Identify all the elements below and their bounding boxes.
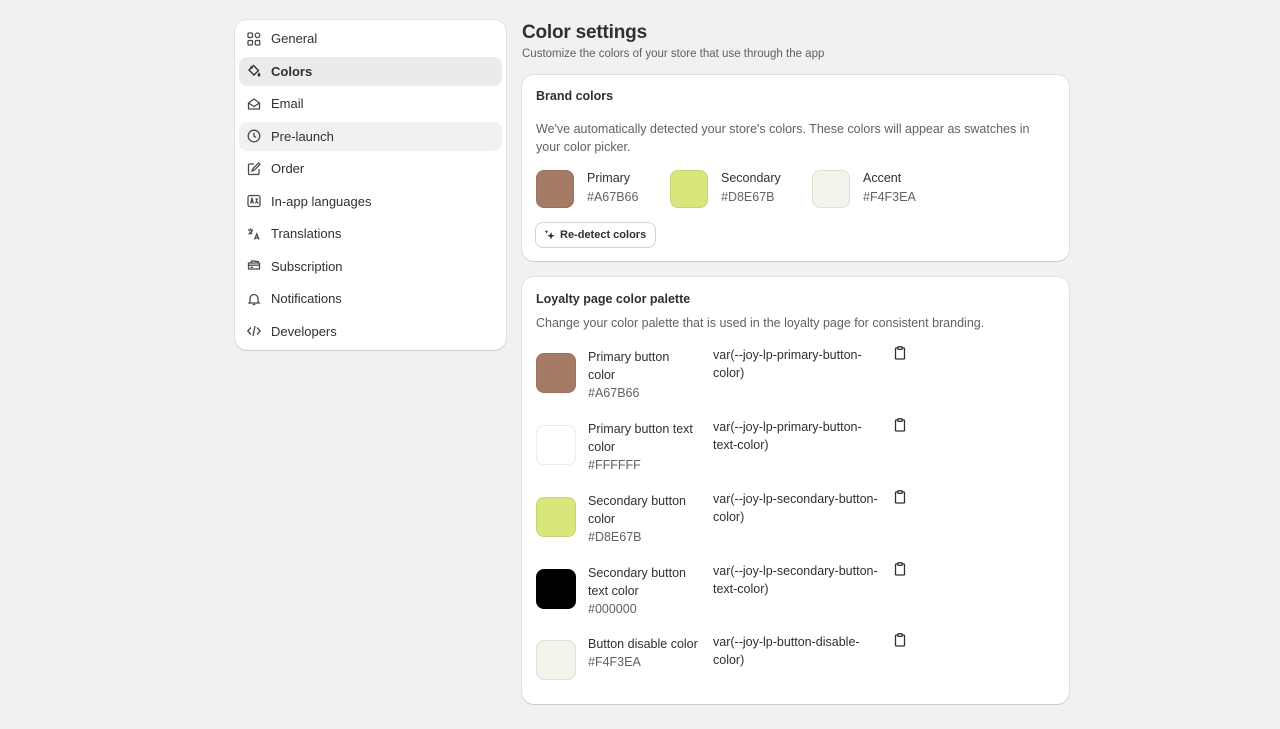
sidebar-item-translations[interactable]: Translations bbox=[239, 219, 502, 248]
brand-swatches: Primary #A67B66 Secondary #D8E67B Accent… bbox=[536, 169, 938, 208]
sidebar-item-label: Colors bbox=[271, 63, 313, 79]
sidebar-item-general[interactable]: General bbox=[239, 24, 502, 53]
page-subtitle: Customize the colors of your store that … bbox=[522, 48, 825, 60]
brand-colors-card: Brand colors We've automatically detecte… bbox=[522, 75, 1069, 261]
sidebar-item-label: Translations bbox=[271, 226, 342, 241]
palette-row-label-group: Primary button color #A67B66 bbox=[588, 348, 698, 403]
palette-row-label: Primary button text color bbox=[588, 422, 693, 454]
brand-color-hex: #A67B66 bbox=[587, 190, 639, 204]
sidebar-item-notifications[interactable]: Notifications bbox=[239, 284, 502, 313]
main-content: Color settings Customize the colors of y… bbox=[522, 20, 1069, 704]
email-icon bbox=[247, 97, 261, 111]
clock-icon bbox=[247, 129, 261, 143]
palette-row-label-group: Secondary button text color #000000 bbox=[588, 564, 698, 619]
clipboard-icon[interactable] bbox=[893, 346, 907, 360]
brand-color-primary: Primary #A67B66 bbox=[536, 169, 648, 208]
color-swatch[interactable] bbox=[536, 353, 576, 393]
palette-row-label-group: Primary button text color #FFFFFF bbox=[588, 420, 698, 475]
clipboard-icon[interactable] bbox=[893, 633, 907, 647]
sidebar-item-label: Subscription bbox=[271, 258, 343, 274]
clipboard-icon[interactable] bbox=[893, 490, 907, 504]
palette-row-label: Primary button color bbox=[588, 350, 670, 382]
palette-row: Secondary button color #D8E67B var(--joy… bbox=[536, 490, 1056, 552]
css-variable-name: var(--joy-lp-primary-button-text-color) bbox=[713, 420, 862, 452]
palette-row-hex: #FFFFFF bbox=[588, 458, 641, 472]
color-swatch[interactable] bbox=[536, 640, 576, 680]
palette-row-label: Secondary button text color bbox=[588, 566, 686, 598]
palette-row: Primary button text color #FFFFFF var(--… bbox=[536, 418, 1056, 480]
sidebar-item-label: Developers bbox=[271, 323, 337, 339]
sidebar-item-colors[interactable]: Colors bbox=[239, 56, 502, 86]
sidebar-item-in-app-languages[interactable]: In-app languages bbox=[239, 187, 502, 216]
loyalty-palette-description: Change your color palette that is used i… bbox=[536, 316, 985, 330]
css-variable-name: var(--joy-lp-secondary-button-text-color… bbox=[713, 564, 878, 596]
sidebar-item-pre-launch[interactable]: Pre-launch bbox=[239, 121, 502, 151]
brand-color-secondary: Secondary #D8E67B bbox=[670, 169, 790, 208]
translate-icon bbox=[247, 227, 261, 241]
credit-card-icon bbox=[247, 259, 261, 273]
palette-row-hex: #F4F3EA bbox=[588, 655, 641, 669]
sidebar-item-label: Order bbox=[271, 161, 305, 176]
loyalty-palette-card: Loyalty page color palette Change your c… bbox=[522, 277, 1069, 704]
brand-color-label: Secondary bbox=[721, 171, 781, 185]
brand-color-label: Primary bbox=[587, 171, 631, 185]
clipboard-icon[interactable] bbox=[893, 418, 907, 432]
sidebar-item-order[interactable]: Order bbox=[239, 154, 502, 183]
order-icon bbox=[247, 161, 261, 176]
sidebar-item-developers[interactable]: Developers bbox=[239, 317, 502, 346]
palette-row-hex: #A67B66 bbox=[588, 386, 640, 400]
language-icon bbox=[247, 194, 261, 208]
css-variable-name: var(--joy-lp-primary-button-color) bbox=[713, 348, 862, 380]
sidebar-item-label: Notifications bbox=[271, 291, 342, 306]
brand-colors-title: Brand colors bbox=[536, 89, 614, 103]
brand-color-label: Accent bbox=[863, 171, 902, 185]
palette-row-label: Secondary button color bbox=[588, 494, 686, 526]
color-swatch[interactable] bbox=[812, 170, 850, 208]
general-icon bbox=[247, 31, 261, 46]
css-variable-name: var(--joy-lp-button-disable-color) bbox=[713, 635, 860, 667]
brand-colors-description: We've automatically detected your store'… bbox=[536, 122, 1030, 154]
palette-row-hex: #D8E67B bbox=[588, 530, 642, 544]
sidebar-item-subscription[interactable]: Subscription bbox=[239, 252, 502, 281]
code-icon bbox=[247, 324, 261, 338]
palette-row: Primary button color #A67B66 var(--joy-l… bbox=[536, 346, 1056, 408]
css-variable-name: var(--joy-lp-secondary-button-color) bbox=[713, 492, 878, 524]
color-swatch[interactable] bbox=[536, 425, 576, 465]
re-detect-colors-button[interactable]: Re-detect colors bbox=[536, 223, 656, 247]
palette-row-label: Button disable color bbox=[588, 637, 698, 651]
color-swatch[interactable] bbox=[536, 569, 576, 609]
brand-color-hex: #D8E67B bbox=[721, 190, 775, 204]
sidebar-item-label: General bbox=[271, 31, 318, 46]
sidebar-item-label: Pre-launch bbox=[271, 128, 334, 144]
palette-row-label-group: Secondary button color #D8E67B bbox=[588, 492, 698, 547]
bell-icon bbox=[247, 292, 261, 306]
sidebar-item-label: Email bbox=[271, 96, 304, 111]
palette-row-hex: #000000 bbox=[588, 602, 637, 616]
palette-row: Secondary button text color #000000 var(… bbox=[536, 562, 1056, 624]
paint-bucket-icon bbox=[247, 64, 261, 78]
button-label: Re-detect colors bbox=[560, 229, 647, 241]
color-swatch[interactable] bbox=[536, 497, 576, 537]
color-swatch[interactable] bbox=[536, 170, 574, 208]
brand-color-hex: #F4F3EA bbox=[863, 190, 916, 204]
loyalty-palette-title: Loyalty page color palette bbox=[536, 292, 691, 306]
palette-row: Button disable color #F4F3EA var(--joy-l… bbox=[536, 633, 1056, 695]
page-title: Color settings bbox=[522, 22, 647, 43]
color-swatch[interactable] bbox=[670, 170, 708, 208]
sidebar-item-label: In-app languages bbox=[271, 193, 372, 209]
clipboard-icon[interactable] bbox=[893, 562, 907, 576]
sparkle-icon bbox=[544, 229, 555, 240]
palette-row-label-group: Button disable color #F4F3EA bbox=[588, 635, 698, 672]
sidebar-item-email[interactable]: Email bbox=[239, 89, 502, 118]
settings-sidebar: General Colors Email Pre-launch Order In… bbox=[235, 20, 506, 350]
brand-color-accent: Accent #F4F3EA bbox=[812, 169, 916, 208]
